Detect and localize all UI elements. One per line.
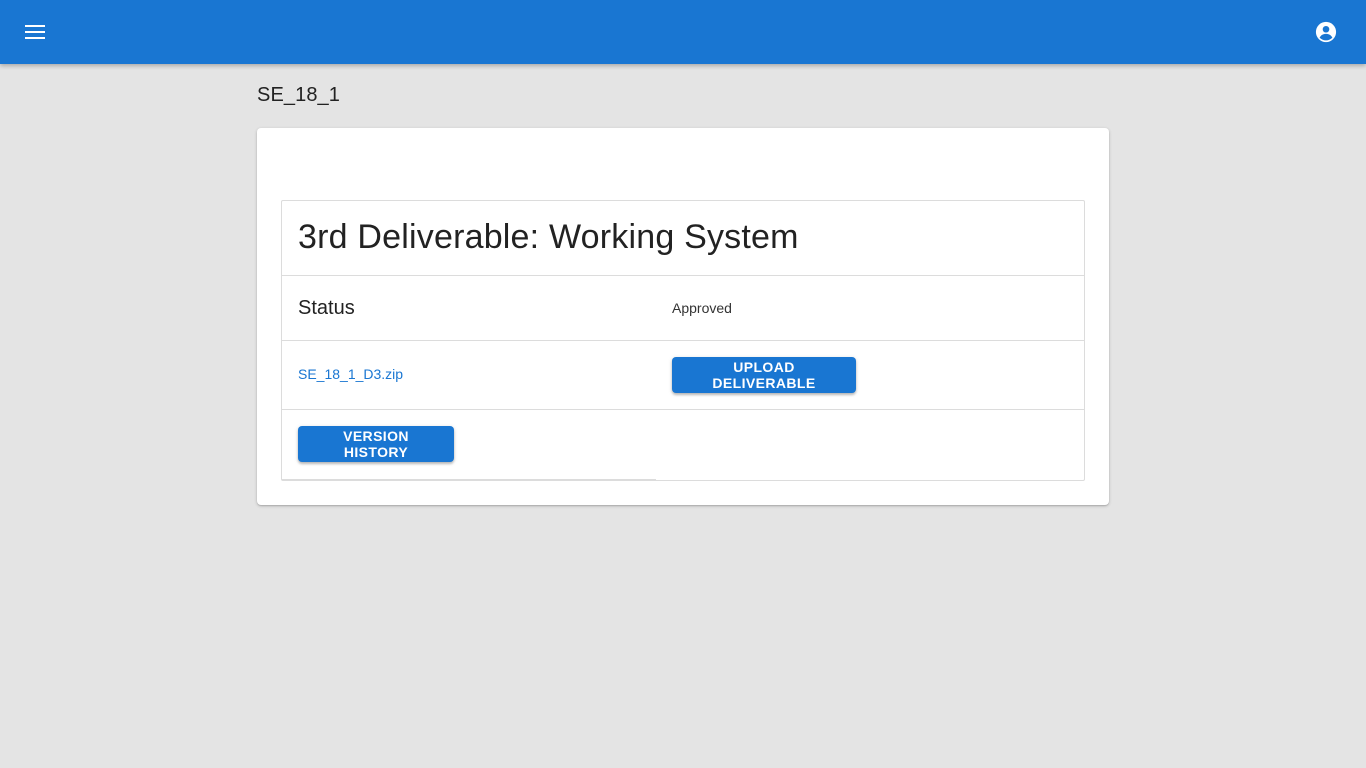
deliverables-card: 3rd Deliverable: Working System Status A… <box>257 128 1109 505</box>
app-bar <box>0 0 1366 64</box>
account-button[interactable] <box>1306 12 1346 52</box>
upload-deliverable-button[interactable]: UPLOAD DELIVERABLE <box>672 357 856 393</box>
divider <box>282 340 1084 341</box>
hamburger-menu-icon <box>25 25 45 39</box>
divider <box>282 275 1084 276</box>
status-value: Approved <box>672 300 732 316</box>
status-label: Status <box>298 297 355 319</box>
deliverable-file-link[interactable]: SE_18_1_D3.zip <box>298 366 403 382</box>
account-circle-icon <box>1315 21 1337 43</box>
deliverable-title: 3rd Deliverable: Working System <box>298 218 799 256</box>
version-history-button[interactable]: VERSION HISTORY <box>298 426 454 462</box>
divider <box>282 409 1084 410</box>
menu-button[interactable] <box>16 12 56 52</box>
page-title: SE_18_1 <box>257 84 340 106</box>
deliverable-card: 3rd Deliverable: Working System Status A… <box>281 200 1085 481</box>
divider <box>282 479 656 480</box>
